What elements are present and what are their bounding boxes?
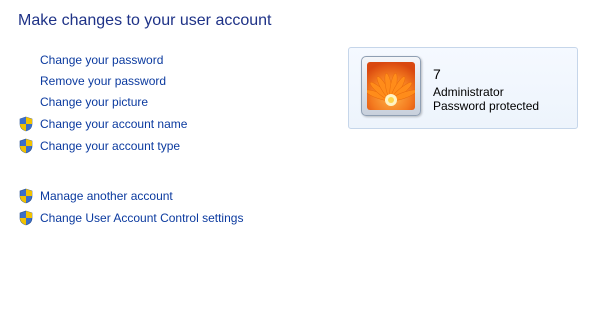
uac-shield-icon (19, 188, 33, 204)
uac-shield-icon (19, 138, 33, 154)
remove-password-label[interactable]: Remove your password (40, 73, 166, 89)
change-account-type-label[interactable]: Change your account type (40, 138, 180, 154)
uac-settings-label[interactable]: Change User Account Control settings (40, 210, 243, 226)
page-title: Make changes to your user account (18, 12, 272, 29)
change-picture-label[interactable]: Change your picture (40, 94, 148, 110)
orange-flower-icon (367, 62, 415, 110)
account-password-status: Password protected (433, 99, 540, 113)
account-name: 7 (433, 66, 441, 82)
account-role: Administrator (433, 85, 504, 99)
uac-shield-icon (19, 116, 33, 132)
change-password-label[interactable]: Change your password (40, 52, 163, 68)
account-card: 7 Administrator Password protected (348, 47, 578, 129)
change-account-name-label[interactable]: Change your account name (40, 116, 187, 132)
account-picture-frame (361, 56, 421, 116)
uac-shield-icon (19, 210, 33, 226)
manage-another-account-label[interactable]: Manage another account (40, 188, 173, 204)
